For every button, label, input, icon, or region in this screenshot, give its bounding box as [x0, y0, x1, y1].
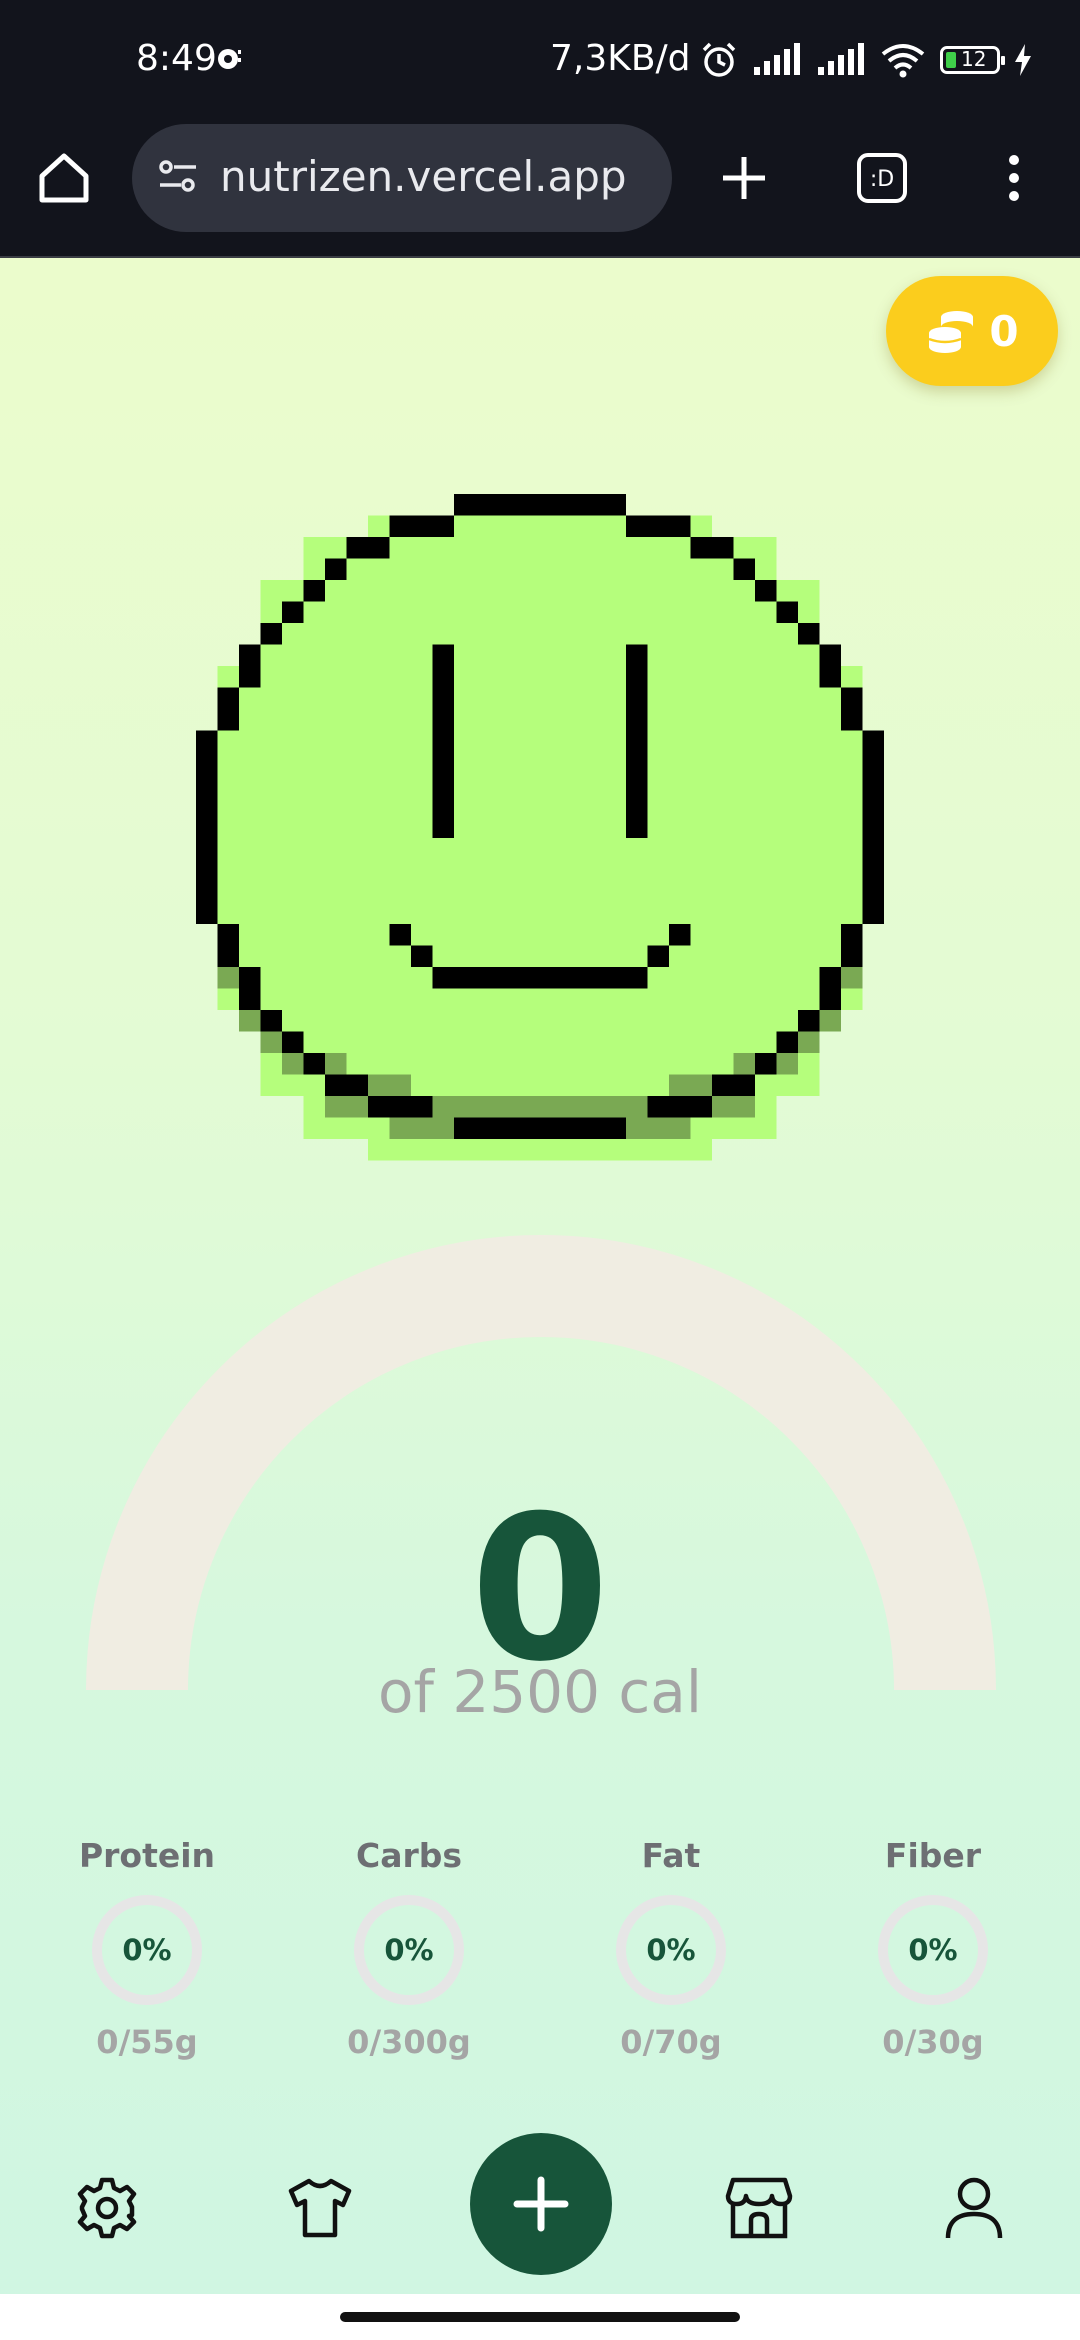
nav-wardrobe-button[interactable]: [282, 2170, 358, 2246]
tabs-icon: :D: [857, 153, 907, 203]
tab-switcher-label: :D: [870, 167, 894, 192]
more-vertical-icon: [1009, 155, 1019, 201]
status-time: 8:49: [136, 38, 217, 79]
nav-shop-button[interactable]: [721, 2170, 797, 2246]
charging-icon: [1015, 44, 1031, 76]
macro-percent: 0%: [122, 1933, 172, 1967]
record-icon: [218, 49, 241, 69]
plus-icon: [723, 157, 765, 199]
new-tab-button[interactable]: [712, 146, 776, 210]
macro-percent: 0%: [384, 1933, 434, 1967]
macro-amount: 0/30g: [882, 2023, 984, 2061]
add-food-button[interactable]: [470, 2133, 612, 2275]
address-bar[interactable]: nutrizen.vercel.app: [132, 124, 672, 232]
shirt-icon: [288, 2178, 352, 2238]
macro-fat: Fat 0% 0/70g: [551, 1836, 791, 2061]
coin-balance-badge[interactable]: 0: [886, 276, 1058, 386]
home-icon: [39, 153, 89, 203]
nav-profile-button[interactable]: [936, 2170, 1012, 2246]
signal-icon-2: [818, 43, 864, 75]
home-button[interactable]: [32, 146, 96, 210]
gear-icon: [77, 2177, 137, 2239]
macro-amount: 0/70g: [620, 2023, 722, 2061]
macro-ring: 0%: [92, 1895, 202, 2005]
macro-percent: 0%: [646, 1933, 696, 1967]
macro-protein: Protein 0% 0/55g: [27, 1836, 267, 2061]
macro-fiber: Fiber 0% 0/30g: [813, 1836, 1053, 2061]
status-icons: 12: [700, 40, 1032, 80]
mascot-face: [196, 494, 884, 1161]
macro-amount: 0/300g: [347, 2023, 471, 2061]
nav-settings-button[interactable]: [69, 2170, 145, 2246]
user-icon: [945, 2177, 1003, 2239]
coin-count: 0: [989, 306, 1019, 356]
battery-icon: 12: [940, 46, 1005, 74]
macro-ring: 0%: [878, 1895, 988, 2005]
menu-button[interactable]: [982, 146, 1046, 210]
macro-ring: 0%: [616, 1895, 726, 2005]
url-text: nutrizen.vercel.app: [220, 152, 627, 201]
gesture-home-bar[interactable]: [340, 2312, 740, 2322]
shop-icon: [725, 2177, 793, 2239]
alarm-icon: [702, 42, 736, 77]
macro-label: Fiber: [884, 1836, 982, 1875]
macro-percent: 0%: [908, 1933, 958, 1967]
battery-level: 12: [961, 47, 987, 71]
macro-label: Fat: [641, 1836, 701, 1875]
coins-icon: [928, 311, 974, 353]
tab-switcher-button[interactable]: :D: [850, 146, 914, 210]
macro-label: Protein: [78, 1836, 216, 1875]
macro-carbs: Carbs 0% 0/300g: [289, 1836, 529, 2061]
network-speed: 7,3KB/d: [550, 38, 691, 79]
browser-toolbar: nutrizen.vercel.app :D: [0, 124, 1080, 258]
macro-ring: 0%: [354, 1895, 464, 2005]
wifi-icon: [881, 44, 925, 78]
signal-icon: [754, 43, 800, 75]
macro-label: Carbs: [355, 1836, 463, 1875]
macro-amount: 0/55g: [96, 2023, 198, 2061]
site-settings-icon[interactable]: [156, 154, 200, 198]
status-bar: 8:49 7,3KB/d 12: [0, 0, 1080, 124]
plus-icon: [513, 2176, 569, 2232]
calories-goal: of 2500 cal: [378, 1658, 702, 1726]
